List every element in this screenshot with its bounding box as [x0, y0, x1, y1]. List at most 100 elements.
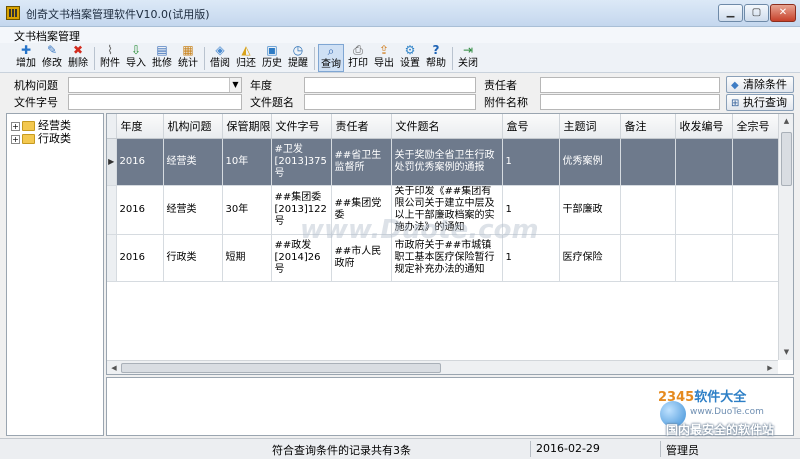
table-row[interactable]: 2016 行政类 短期 ##政发[2014]26号 ##市人民政府 市政府关于#… [107, 234, 783, 282]
menu-item-document-archive[interactable]: 文书档案管理 [14, 28, 80, 44]
cell-org-issue[interactable]: 经营类 [163, 185, 223, 235]
cell-box-number[interactable]: 1 [502, 185, 560, 235]
cell-doc-title[interactable]: 市政府关于##市城镇职工基本医疗保险暂行规定补充办法的通知 [391, 234, 503, 282]
cell-remarks[interactable] [620, 138, 676, 186]
cell-dispatch-number[interactable] [675, 138, 733, 186]
history-button[interactable]: ▣ 历史 [260, 44, 284, 72]
status-divider [530, 441, 531, 457]
attachment-button[interactable]: ⌇ 附件 [98, 44, 122, 72]
return-button[interactable]: ◭ 归还 [234, 44, 258, 72]
search-icon: ⌕ [327, 44, 335, 58]
title-bar: 创奇文书档案管理软件V10.0(试用版) ▁ ▢ ✕ [0, 0, 800, 27]
cell-doc-title[interactable]: 关于印发《##集团有限公司关于建立中层及以上干部廉政档案的实施办法》的通知 [391, 185, 503, 235]
statistics-button[interactable]: ▦ 统计 [176, 44, 200, 72]
minimize-button[interactable]: ▁ [718, 4, 743, 22]
cell-box-number[interactable]: 1 [502, 234, 560, 282]
cell-fonds-number[interactable] [732, 138, 783, 186]
chevron-down-icon[interactable]: ▼ [229, 78, 241, 92]
add-button[interactable]: ✚ 增加 [14, 44, 38, 72]
cell-responsible[interactable]: ##省卫生监督所 [331, 138, 392, 186]
tree-node-administration[interactable]: + 行政类 [11, 130, 71, 145]
attachment-name-input[interactable] [540, 94, 720, 110]
cell-responsible[interactable]: ##市人民政府 [331, 234, 392, 282]
scroll-right-icon[interactable]: ▶ [763, 361, 777, 375]
record-count-text: 符合查询条件的记录共有3条 [272, 444, 411, 457]
maximize-button[interactable]: ▢ [744, 4, 769, 22]
doc-title-input[interactable] [304, 94, 476, 110]
table-row[interactable]: 2016 经营类 30年 ##集团委[2013]122号 ##集团党委 关于印发… [107, 185, 783, 235]
import-button[interactable]: ⇩ 导入 [124, 44, 148, 72]
scroll-up-icon[interactable]: ▲ [779, 114, 794, 129]
cell-year[interactable]: 2016 [116, 234, 164, 282]
cell-responsible[interactable]: ##集团党委 [331, 185, 392, 235]
cell-fonds-number[interactable] [732, 185, 783, 235]
column-header-year[interactable]: 年度 [116, 114, 164, 139]
column-header-fonds-number[interactable]: 全宗号 [732, 114, 783, 139]
cell-remarks[interactable] [620, 234, 676, 282]
column-header-dispatch-number[interactable]: 收发编号 [675, 114, 733, 139]
binoculars-icon: ⊞ [731, 98, 740, 109]
cell-doc-number[interactable]: ##集团委[2013]122号 [271, 185, 332, 235]
column-header-org-issue[interactable]: 机构问题 [163, 114, 223, 139]
column-header-doc-number[interactable]: 文件字号 [271, 114, 332, 139]
cell-org-issue[interactable]: 经营类 [163, 138, 223, 186]
tree-node-operations[interactable]: + 经营类 [11, 117, 71, 132]
row-indicator [107, 234, 117, 282]
close-window-button[interactable]: ✕ [770, 4, 796, 22]
doc-number-input[interactable] [68, 94, 242, 110]
scroll-left-icon[interactable]: ◀ [107, 361, 121, 375]
cell-retention[interactable]: 10年 [222, 138, 272, 186]
edit-button[interactable]: ✎ 修改 [40, 44, 64, 72]
cell-org-issue[interactable]: 行政类 [163, 234, 223, 282]
column-header-subject[interactable]: 主题词 [559, 114, 621, 139]
column-header-retention[interactable]: 保管期限 [222, 114, 272, 139]
column-header-box-number[interactable]: 盒号 [502, 114, 560, 139]
cell-subject[interactable]: 干部廉政 [559, 185, 621, 235]
column-header-doc-title[interactable]: 文件题名 [391, 114, 503, 139]
table-row[interactable]: ▶ 2016 经营类 10年 #卫发[2013]375号 ##省卫生监督所 关于… [107, 138, 783, 186]
cell-remarks[interactable] [620, 185, 676, 235]
run-query-button[interactable]: ⊞ 执行查询 [726, 94, 794, 111]
cell-fonds-number[interactable] [732, 234, 783, 282]
toolbar-separator [204, 47, 205, 70]
cell-subject[interactable]: 医疗保险 [559, 234, 621, 282]
scroll-down-icon[interactable]: ▼ [779, 345, 794, 360]
print-button[interactable]: ⎙ 打印 [346, 44, 370, 72]
menu-bar: 文书档案管理 [0, 27, 800, 43]
delete-button[interactable]: ✖ 删除 [66, 44, 90, 72]
help-button[interactable]: ? 帮助 [424, 44, 448, 72]
batch-edit-button[interactable]: ▤ 批修 [150, 44, 174, 72]
cell-dispatch-number[interactable] [675, 185, 733, 235]
cell-retention[interactable]: 短期 [222, 234, 272, 282]
plus-icon: ✚ [20, 43, 32, 57]
scroll-thumb[interactable] [781, 132, 792, 186]
cell-subject[interactable]: 优秀案例 [559, 138, 621, 186]
cell-doc-title[interactable]: 关于奖励全省卫生行政处罚优秀案例的通报 [391, 138, 503, 186]
year-input[interactable] [304, 77, 476, 93]
cell-doc-number[interactable]: #卫发[2013]375号 [271, 138, 332, 186]
column-header-remarks[interactable]: 备注 [620, 114, 676, 139]
reminder-button[interactable]: ◷ 提醒 [286, 44, 310, 72]
borrow-button[interactable]: ◈ 借阅 [208, 44, 232, 72]
export-icon: ⇪ [378, 43, 390, 57]
clear-conditions-button[interactable]: ◆ 清除条件 [726, 76, 794, 93]
grid-horizontal-scrollbar[interactable]: ◀ ▶ [107, 360, 778, 374]
column-header-responsible[interactable]: 责任者 [331, 114, 392, 139]
expand-icon[interactable]: + [11, 134, 20, 144]
scroll-thumb[interactable] [121, 363, 441, 373]
org-issue-combobox[interactable]: ▼ [68, 77, 242, 93]
cell-year[interactable]: 2016 [116, 138, 164, 186]
cell-retention[interactable]: 30年 [222, 185, 272, 235]
cell-year[interactable]: 2016 [116, 185, 164, 235]
query-button[interactable]: ⌕ 查询 [318, 44, 344, 72]
cell-box-number[interactable]: 1 [502, 138, 560, 186]
responsible-input[interactable] [540, 77, 720, 93]
export-button[interactable]: ⇪ 导出 [372, 44, 396, 72]
cell-dispatch-number[interactable] [675, 234, 733, 282]
grid-vertical-scrollbar[interactable]: ▲ ▼ [778, 114, 793, 360]
borrow-icon: ◈ [215, 43, 225, 57]
settings-button[interactable]: ⚙ 设置 [398, 44, 422, 72]
cell-doc-number[interactable]: ##政发[2014]26号 [271, 234, 332, 282]
settings-icon: ⚙ [404, 43, 416, 57]
exit-button[interactable]: ⇥ 关闭 [456, 44, 480, 72]
